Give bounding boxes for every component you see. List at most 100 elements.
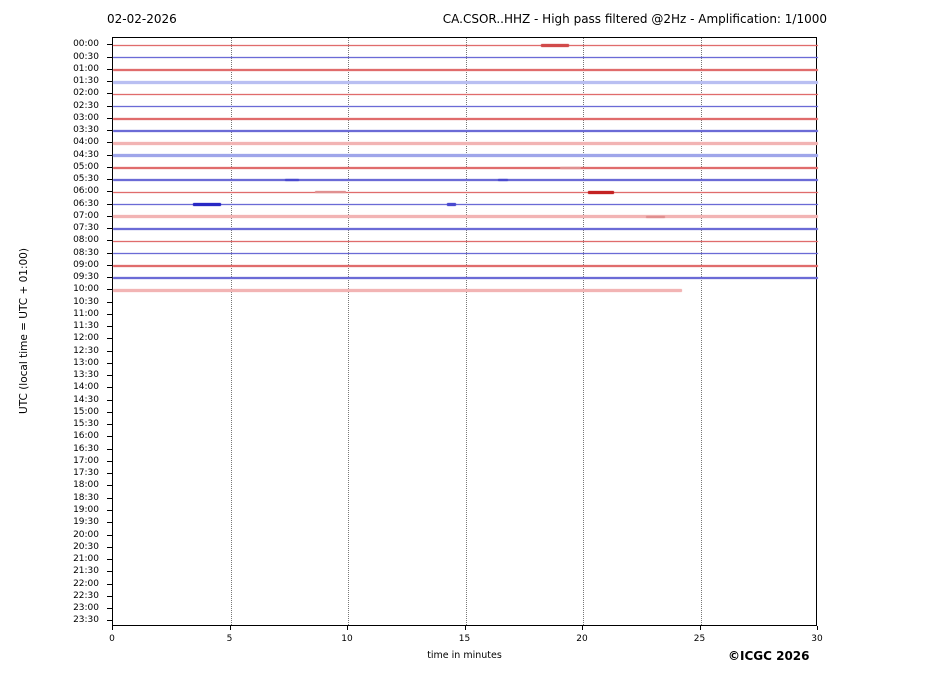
seismic-event-0530-16.4min [498,179,508,182]
x-tick-mark [464,626,466,630]
y-tick-label-0830: 08:30 [73,247,99,258]
y-tick-label-0100: 01:00 [73,63,99,74]
y-tick-mark [107,117,112,119]
y-tick-mark [107,301,112,303]
y-tick-label-1130: 11:30 [73,321,99,332]
y-tick-label-0300: 03:00 [73,112,99,123]
y-tick-mark [107,203,112,205]
seismogram-trace-0330 [113,130,818,132]
seismogram-trace-0700 [113,215,818,219]
y-tick-mark [107,424,112,426]
y-tick-label-1400: 14:00 [73,382,99,393]
y-tick-mark [107,571,112,573]
y-tick-mark [107,608,112,610]
y-tick-mark [107,559,112,561]
y-tick-label-0500: 05:00 [73,161,99,172]
y-tick-mark [107,313,112,315]
x-tick-mark [347,626,348,630]
y-tick-mark [107,595,112,597]
x-tick-label-10: 10 [341,634,353,644]
y-tick-mark [107,179,112,181]
seismogram-trace-0200 [113,93,818,96]
seismogram-trace-0400 [113,141,818,145]
y-tick-mark [107,411,112,413]
y-tick-label-0430: 04:30 [73,149,99,160]
x-tick-mark [112,626,113,630]
y-tick-mark [107,436,112,438]
x-tick-label-0: 0 [109,634,115,644]
y-tick-label-1230: 12:30 [73,345,99,356]
x-tick-label-30: 30 [811,634,823,644]
y-tick-mark [107,130,112,132]
y-tick-mark [107,68,112,70]
x-tick-label-5: 5 [226,634,233,644]
y-tick-label-1700: 17:00 [73,455,99,466]
y-tick-mark [107,191,112,193]
y-tick-mark [107,448,112,450]
y-tick-label-2200: 22:00 [73,578,99,589]
y-tick-label-0930: 09:30 [73,272,99,283]
y-tick-label-1630: 16:30 [73,443,99,454]
seismic-event-0600-8.6min [315,191,346,194]
gridline-20min [583,38,584,625]
seismogram-trace-0900 [113,265,818,267]
seismic-event-0630-14.2min [446,203,457,206]
y-tick-mark [107,228,112,230]
y-tick-mark [107,81,112,83]
y-tick-label-0900: 09:00 [73,259,99,270]
y-tick-label-0330: 03:30 [73,125,99,136]
y-tick-label-1300: 13:00 [73,357,99,368]
y-tick-mark [107,375,112,377]
gridline-25min [700,38,702,625]
y-tick-label-1030: 10:30 [73,296,99,307]
y-tick-label-2130: 21:30 [73,566,99,577]
y-tick-label-1330: 13:30 [73,370,99,381]
x-axis-label: time in minutes [427,650,502,661]
y-tick-label-1930: 19:30 [73,517,99,528]
gridline-10min [348,38,349,625]
x-tick-mark [817,626,818,630]
y-tick-mark [107,350,112,352]
seismic-event-0700-22.7min [646,215,666,218]
y-tick-label-2300: 23:00 [73,603,99,614]
y-tick-label-2030: 20:30 [73,541,99,552]
seismogram-trace-0430 [113,154,818,157]
seismic-event-0500-19min [559,166,581,169]
y-tick-label-1200: 12:00 [73,333,99,344]
y-tick-label-1830: 18:30 [73,492,99,503]
y-tick-mark [107,93,112,95]
y-tick-label-0230: 02:30 [73,100,99,111]
y-tick-label-1800: 18:00 [73,480,99,491]
y-tick-label-1530: 15:30 [73,419,99,430]
x-tick-mark [699,626,701,630]
x-tick-mark [229,626,231,630]
y-tick-mark [107,326,112,328]
x-tick-mark [582,626,583,630]
seismogram-trace-0500 [113,167,818,169]
y-tick-label-1500: 15:00 [73,406,99,417]
seismogram-trace-0930 [113,277,818,279]
x-tick-label-25: 25 [693,634,706,644]
y-tick-label-1000: 10:00 [73,284,99,295]
y-tick-label-0030: 00:30 [73,51,99,62]
y-tick-mark [107,387,112,389]
y-tick-mark [107,460,112,462]
y-tick-label-0700: 07:00 [73,210,99,221]
seismogram-trace-0100 [113,69,818,71]
y-tick-mark [107,56,112,58]
y-tick-label-0400: 04:00 [73,137,99,148]
seismogram-trace-0800 [113,240,818,243]
seismogram-trace-0000 [113,44,818,47]
y-tick-label-1430: 14:30 [73,394,99,405]
date-title: 02-02-2026 [107,12,177,26]
y-tick-label-2100: 21:00 [73,554,99,565]
plot-area [112,37,818,626]
seismic-event-0000-18.2min [540,44,569,47]
y-tick-label-1600: 16:00 [73,431,99,442]
seismogram-trace-0530 [113,179,818,181]
y-tick-label-0200: 02:00 [73,88,99,99]
y-tick-mark [107,154,112,156]
y-tick-label-0130: 01:30 [73,76,99,87]
y-tick-mark [107,142,112,144]
y-tick-label-1100: 11:00 [73,308,99,319]
